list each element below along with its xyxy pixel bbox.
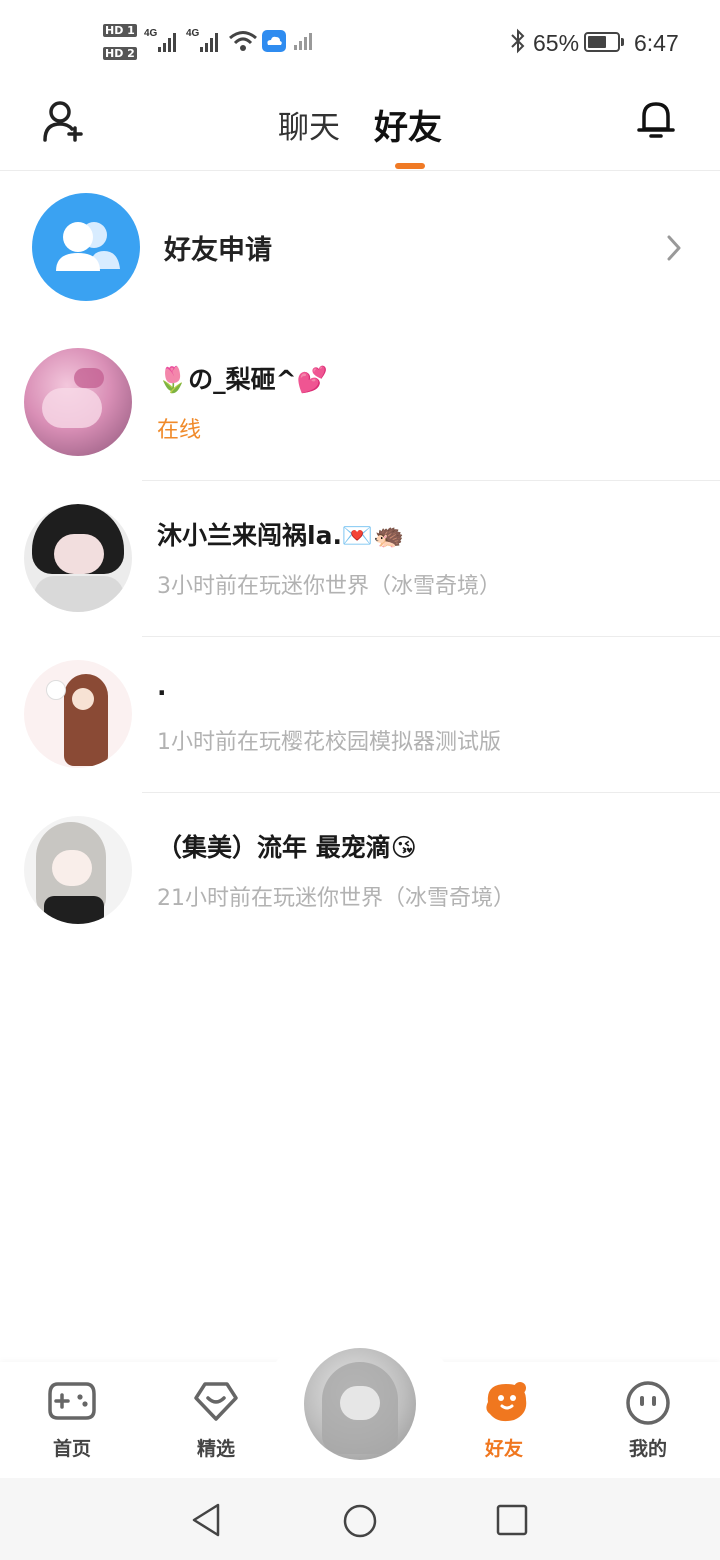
friend-name: 🌷の_梨砸^💕 bbox=[157, 365, 328, 394]
friend-request-row[interactable]: 好友申请 bbox=[0, 170, 720, 326]
nav-mine[interactable]: 我的 bbox=[588, 1362, 708, 1478]
nav-home-label: 首页 bbox=[52, 1438, 91, 1460]
network-type-1: 4G bbox=[144, 28, 158, 39]
people-icon bbox=[56, 222, 120, 271]
friend-request-avatar bbox=[32, 193, 140, 301]
active-tab-indicator bbox=[395, 163, 425, 169]
list-item[interactable]: . 1小时前在玩樱花校园模拟器测试版 bbox=[0, 636, 720, 794]
cloud-app-icon bbox=[262, 30, 286, 52]
nav-featured[interactable]: 精选 bbox=[156, 1362, 276, 1478]
divider bbox=[142, 792, 720, 793]
system-nav-bar bbox=[0, 1478, 720, 1560]
friend-name: . bbox=[157, 672, 167, 701]
nav-featured-label: 精选 bbox=[196, 1438, 235, 1460]
heart-diamond-icon bbox=[194, 1382, 238, 1421]
home-circle-icon[interactable] bbox=[342, 1503, 378, 1539]
friend-status: 在线 bbox=[157, 418, 202, 443]
add-person-icon[interactable] bbox=[42, 100, 86, 142]
sim2-badge: HD 2 bbox=[103, 47, 137, 60]
list-item[interactable]: 沐小兰来闯祸la.💌🦔 3小时前在玩迷你世界（冰雪奇境） bbox=[0, 480, 720, 638]
recents-square-icon[interactable] bbox=[496, 1504, 528, 1536]
list-item[interactable]: 🌷の_梨砸^💕 在线 bbox=[0, 326, 720, 482]
nav-friends-label: 好友 bbox=[484, 1438, 523, 1460]
center-avatar-button[interactable] bbox=[304, 1348, 416, 1460]
signal-3-icon bbox=[294, 32, 312, 50]
friend-status: 21小时前在玩迷你世界（冰雪奇境） bbox=[157, 886, 515, 911]
friend-status: 3小时前在玩迷你世界（冰雪奇境） bbox=[157, 574, 501, 599]
back-icon[interactable] bbox=[190, 1502, 222, 1538]
wifi-icon bbox=[229, 31, 257, 51]
network-type-2: 4G bbox=[186, 28, 200, 39]
battery-icon bbox=[584, 32, 620, 52]
friend-request-label: 好友申请 bbox=[164, 235, 272, 266]
avatar[interactable] bbox=[24, 504, 132, 612]
bell-icon[interactable] bbox=[636, 98, 676, 140]
nav-friends[interactable]: 好友 bbox=[444, 1362, 564, 1478]
signal-2-icon bbox=[200, 32, 218, 52]
nav-home[interactable]: 首页 bbox=[12, 1362, 132, 1478]
signal-1-icon bbox=[158, 32, 176, 52]
clock: 6:47 bbox=[634, 30, 679, 56]
top-header: 聊天 好友 bbox=[0, 84, 720, 171]
avatar[interactable] bbox=[24, 816, 132, 924]
nav-mine-label: 我的 bbox=[628, 1438, 667, 1460]
avatar[interactable] bbox=[24, 348, 132, 456]
bluetooth-icon bbox=[511, 28, 525, 54]
face-icon bbox=[626, 1381, 670, 1425]
tab-chat[interactable]: 聊天 bbox=[278, 102, 340, 147]
status-bar: HD 1 HD 2 4G 4G 65% 6:47 bbox=[0, 0, 720, 84]
divider bbox=[142, 480, 720, 481]
chevron-right-icon bbox=[667, 235, 681, 261]
friend-name: 沐小兰来闯祸la.💌🦔 bbox=[157, 521, 405, 550]
avatar[interactable] bbox=[24, 660, 132, 768]
list-item[interactable]: （集美）流年 最宠滴😘 21小时前在玩迷你世界（冰雪奇境） bbox=[0, 792, 720, 950]
friend-name: （集美）流年 最宠滴😘 bbox=[157, 833, 417, 862]
friends-blob-icon bbox=[486, 1382, 527, 1422]
battery-percent: 65% bbox=[533, 30, 580, 56]
friend-status: 1小时前在玩樱花校园模拟器测试版 bbox=[157, 730, 501, 755]
sim1-badge: HD 1 bbox=[103, 24, 137, 37]
divider bbox=[142, 636, 720, 637]
tab-friends[interactable]: 好友 bbox=[374, 100, 442, 149]
gamepad-icon bbox=[48, 1382, 96, 1420]
